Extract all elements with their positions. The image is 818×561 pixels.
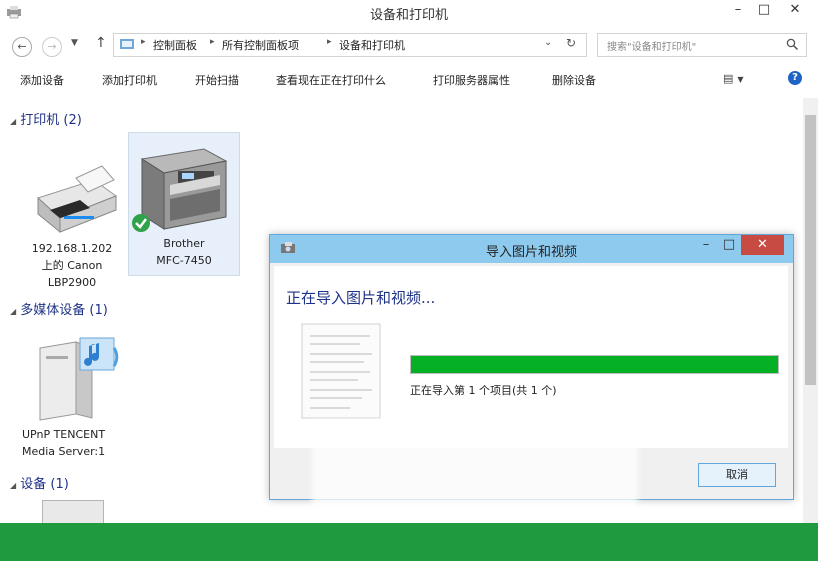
breadcrumb-control-panel[interactable]: 控制面板	[153, 37, 197, 53]
default-printer-check-icon	[132, 214, 150, 232]
breadcrumb-separator-icon: ▸	[210, 37, 215, 47]
dialog-close-button[interactable]: ✕	[741, 235, 784, 255]
device-upnp-media-server[interactable]: UPnP TENCENT Media Server:1	[12, 320, 132, 466]
device-brother-printer[interactable]: Brother MFC-7450	[128, 132, 240, 276]
window-titlebar: 设备和打印机	[0, 0, 818, 26]
device-label: 192.168.1.202 上的 Canon LBP2900	[31, 242, 113, 289]
start-scan-button[interactable]: 开始扫描	[195, 72, 239, 88]
breadcrumb-all-items[interactable]: 所有控制面板项	[222, 37, 299, 53]
collapse-icon: ◢	[10, 117, 17, 126]
printer-icon	[37, 165, 118, 234]
chevron-down-icon: ▼	[737, 75, 744, 84]
chevron-down-icon: ▼	[71, 38, 78, 48]
search-box[interactable]: 搜索"设备和打印机"	[597, 33, 807, 57]
search-input[interactable]: 搜索"设备和打印机"	[607, 38, 696, 53]
media-server-icon	[39, 337, 119, 421]
up-button[interactable]: ↑	[95, 35, 107, 51]
window-title: 设备和打印机	[369, 8, 448, 23]
import-status-text: 正在导入第 1 个项目(共 1 个)	[410, 384, 557, 397]
control-panel-icon	[120, 39, 134, 49]
dialog-maximize-button[interactable]: □	[718, 235, 740, 257]
group-header-multimedia[interactable]: ◢ 多媒体设备 (1)	[10, 299, 108, 318]
device-label: Brother MFC-7450	[156, 237, 212, 267]
address-dropdown-icon[interactable]: ⌄	[544, 37, 552, 48]
document-thumbnail-image	[301, 323, 381, 419]
add-printer-button[interactable]: 添加打印机	[102, 72, 157, 88]
arrow-up-icon: ↑	[95, 35, 107, 51]
print-server-properties-button[interactable]: 打印服务器属性	[433, 72, 510, 88]
cancel-button[interactable]: 取消	[698, 463, 776, 487]
breadcrumb-separator-icon: ▸	[327, 37, 332, 47]
dialog-heading: 正在导入图片和视频...	[286, 289, 436, 307]
close-button[interactable]: ✕	[778, 0, 812, 22]
search-icon	[786, 38, 799, 51]
recent-locations-dropdown[interactable]: ▼	[71, 38, 78, 48]
progress-fill	[411, 356, 778, 373]
back-button[interactable]: ←	[12, 37, 32, 57]
remove-device-button[interactable]: 删除设备	[552, 72, 596, 88]
forward-button[interactable]: →	[42, 37, 62, 57]
address-bar[interactable]: ▸ 控制面板 ▸ 所有控制面板项 ▸ 设备和打印机 ⌄ ↻	[113, 33, 587, 57]
arrow-left-icon: ←	[17, 40, 27, 53]
bottom-banner	[0, 523, 818, 561]
dialog-minimize-button[interactable]: –	[695, 235, 717, 257]
breadcrumb-devices-printers[interactable]: 设备和打印机	[339, 37, 405, 53]
see-whats-printing-button[interactable]: 查看现在正在打印什么	[276, 72, 386, 88]
collapse-icon: ◢	[10, 307, 17, 316]
group-title: 多媒体设备 (1)	[20, 303, 108, 318]
watermark-overlay	[312, 420, 638, 540]
view-icon: ▤	[723, 72, 734, 85]
scrollbar-thumb[interactable]	[805, 115, 816, 385]
maximize-button[interactable]: □	[752, 0, 776, 22]
arrow-right-icon: →	[47, 40, 57, 53]
help-icon[interactable]: ?	[788, 71, 802, 85]
group-title: 设备 (1)	[20, 477, 69, 492]
group-header-printers[interactable]: ◢ 打印机 (2)	[10, 109, 82, 128]
refresh-icon[interactable]: ↻	[566, 36, 576, 50]
import-progress-bar	[410, 355, 779, 374]
minimize-button[interactable]: –	[726, 0, 750, 22]
group-header-devices[interactable]: ◢ 设备 (1)	[10, 473, 69, 492]
breadcrumb-separator-icon: ▸	[141, 37, 146, 47]
view-options-button[interactable]: ▤ ▼	[723, 72, 744, 85]
collapse-icon: ◢	[10, 481, 17, 490]
device-canon-printer[interactable]: 192.168.1.202 上的 Canon LBP2900	[12, 152, 132, 292]
group-title: 打印机 (2)	[20, 113, 82, 128]
device-label: UPnP TENCENT Media Server:1	[22, 428, 106, 458]
add-device-button[interactable]: 添加设备	[20, 72, 64, 88]
